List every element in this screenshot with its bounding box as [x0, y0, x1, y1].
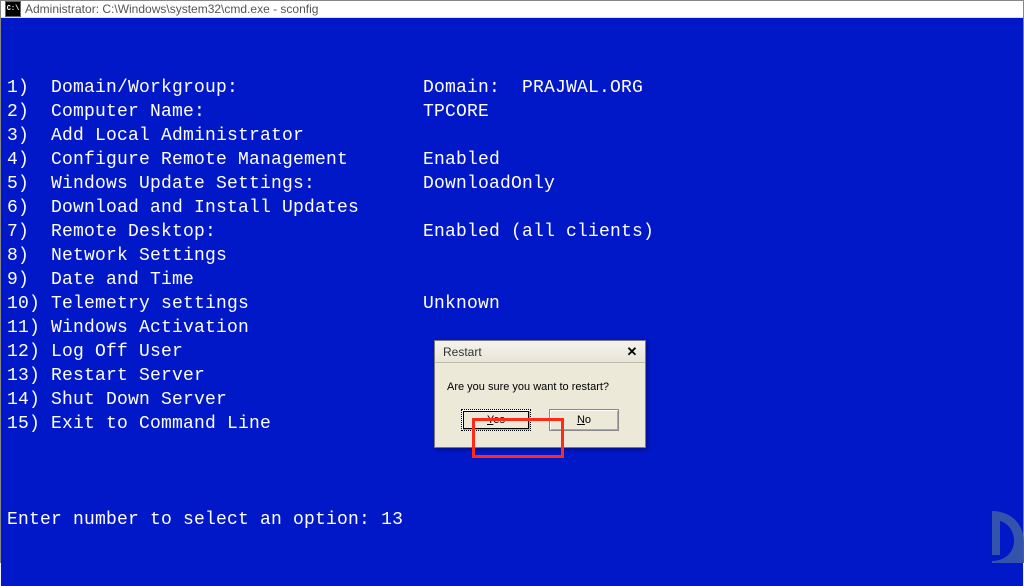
menu-item-label: 6) Download and Install Updates — [7, 196, 423, 220]
cmd-icon: C:\ — [5, 1, 21, 17]
menu-row: 2) Computer Name:TPCORE — [7, 100, 1017, 124]
menu-row: 1) Domain/Workgroup:Domain: PRAJWAL.ORG — [7, 76, 1017, 100]
dialog-message: Are you sure you want to restart? — [435, 363, 645, 401]
menu-row: 11) Windows Activation — [7, 316, 1017, 340]
prompt-line: Enter number to select an option: 13 — [7, 508, 1017, 532]
menu-item-label: 11) Windows Activation — [7, 316, 423, 340]
no-button-accel: N — [577, 414, 585, 426]
menu-item-value: TPCORE — [423, 100, 489, 124]
menu-item-value: Enabled — [423, 148, 500, 172]
menu-row: 10) Telemetry settingsUnknown — [7, 292, 1017, 316]
menu-row: 8) Network Settings — [7, 244, 1017, 268]
no-button[interactable]: No — [549, 409, 619, 431]
menu-item-label: 1) Domain/Workgroup: — [7, 76, 423, 100]
dialog-titlebar: Restart ✕ — [435, 341, 645, 363]
close-icon[interactable]: ✕ — [623, 344, 641, 360]
menu-item-value: Domain: PRAJWAL.ORG — [423, 76, 643, 100]
menu-item-value: Enabled (all clients) — [423, 220, 654, 244]
menu-row: 4) Configure Remote ManagementEnabled — [7, 148, 1017, 172]
titlebar-text: Administrator: C:\Windows\system32\cmd.e… — [25, 2, 318, 16]
titlebar: C:\ Administrator: C:\Windows\system32\c… — [1, 1, 1023, 18]
menu-item-label: 12) Log Off User — [7, 340, 423, 364]
cmd-window: C:\ Administrator: C:\Windows\system32\c… — [0, 0, 1024, 563]
menu-item-label: 7) Remote Desktop: — [7, 220, 423, 244]
menu-item-label: 8) Network Settings — [7, 244, 423, 268]
menu-item-label: 10) Telemetry settings — [7, 292, 423, 316]
menu-item-value: Unknown — [423, 292, 500, 316]
menu-row: 7) Remote Desktop:Enabled (all clients) — [7, 220, 1017, 244]
menu-row: 6) Download and Install Updates — [7, 196, 1017, 220]
menu-row: 9) Date and Time — [7, 268, 1017, 292]
menu-item-label: 5) Windows Update Settings: — [7, 172, 423, 196]
prompt-label: Enter number to select an option: — [7, 508, 381, 532]
menu-item-label: 2) Computer Name: — [7, 100, 423, 124]
menu-item-label: 14) Shut Down Server — [7, 388, 423, 412]
dialog-title: Restart — [443, 345, 482, 359]
menu-item-label: 15) Exit to Command Line — [7, 412, 423, 436]
yes-button-rest: es — [493, 414, 505, 426]
console-area[interactable]: 1) Domain/Workgroup:Domain: PRAJWAL.ORG2… — [1, 18, 1023, 586]
prompt-input: 13 — [381, 508, 403, 532]
menu-item-label: 3) Add Local Administrator — [7, 124, 423, 148]
menu-item-label: 9) Date and Time — [7, 268, 423, 292]
menu-item-label: 4) Configure Remote Management — [7, 148, 423, 172]
dialog-buttons: Yes No — [435, 401, 645, 447]
no-button-rest: o — [585, 414, 591, 426]
menu-row: 3) Add Local Administrator — [7, 124, 1017, 148]
menu-row: 5) Windows Update Settings:DownloadOnly — [7, 172, 1017, 196]
yes-button[interactable]: Yes — [461, 409, 531, 431]
menu-item-value: DownloadOnly — [423, 172, 555, 196]
restart-dialog: Restart ✕ Are you sure you want to resta… — [434, 340, 646, 448]
menu-item-label: 13) Restart Server — [7, 364, 423, 388]
